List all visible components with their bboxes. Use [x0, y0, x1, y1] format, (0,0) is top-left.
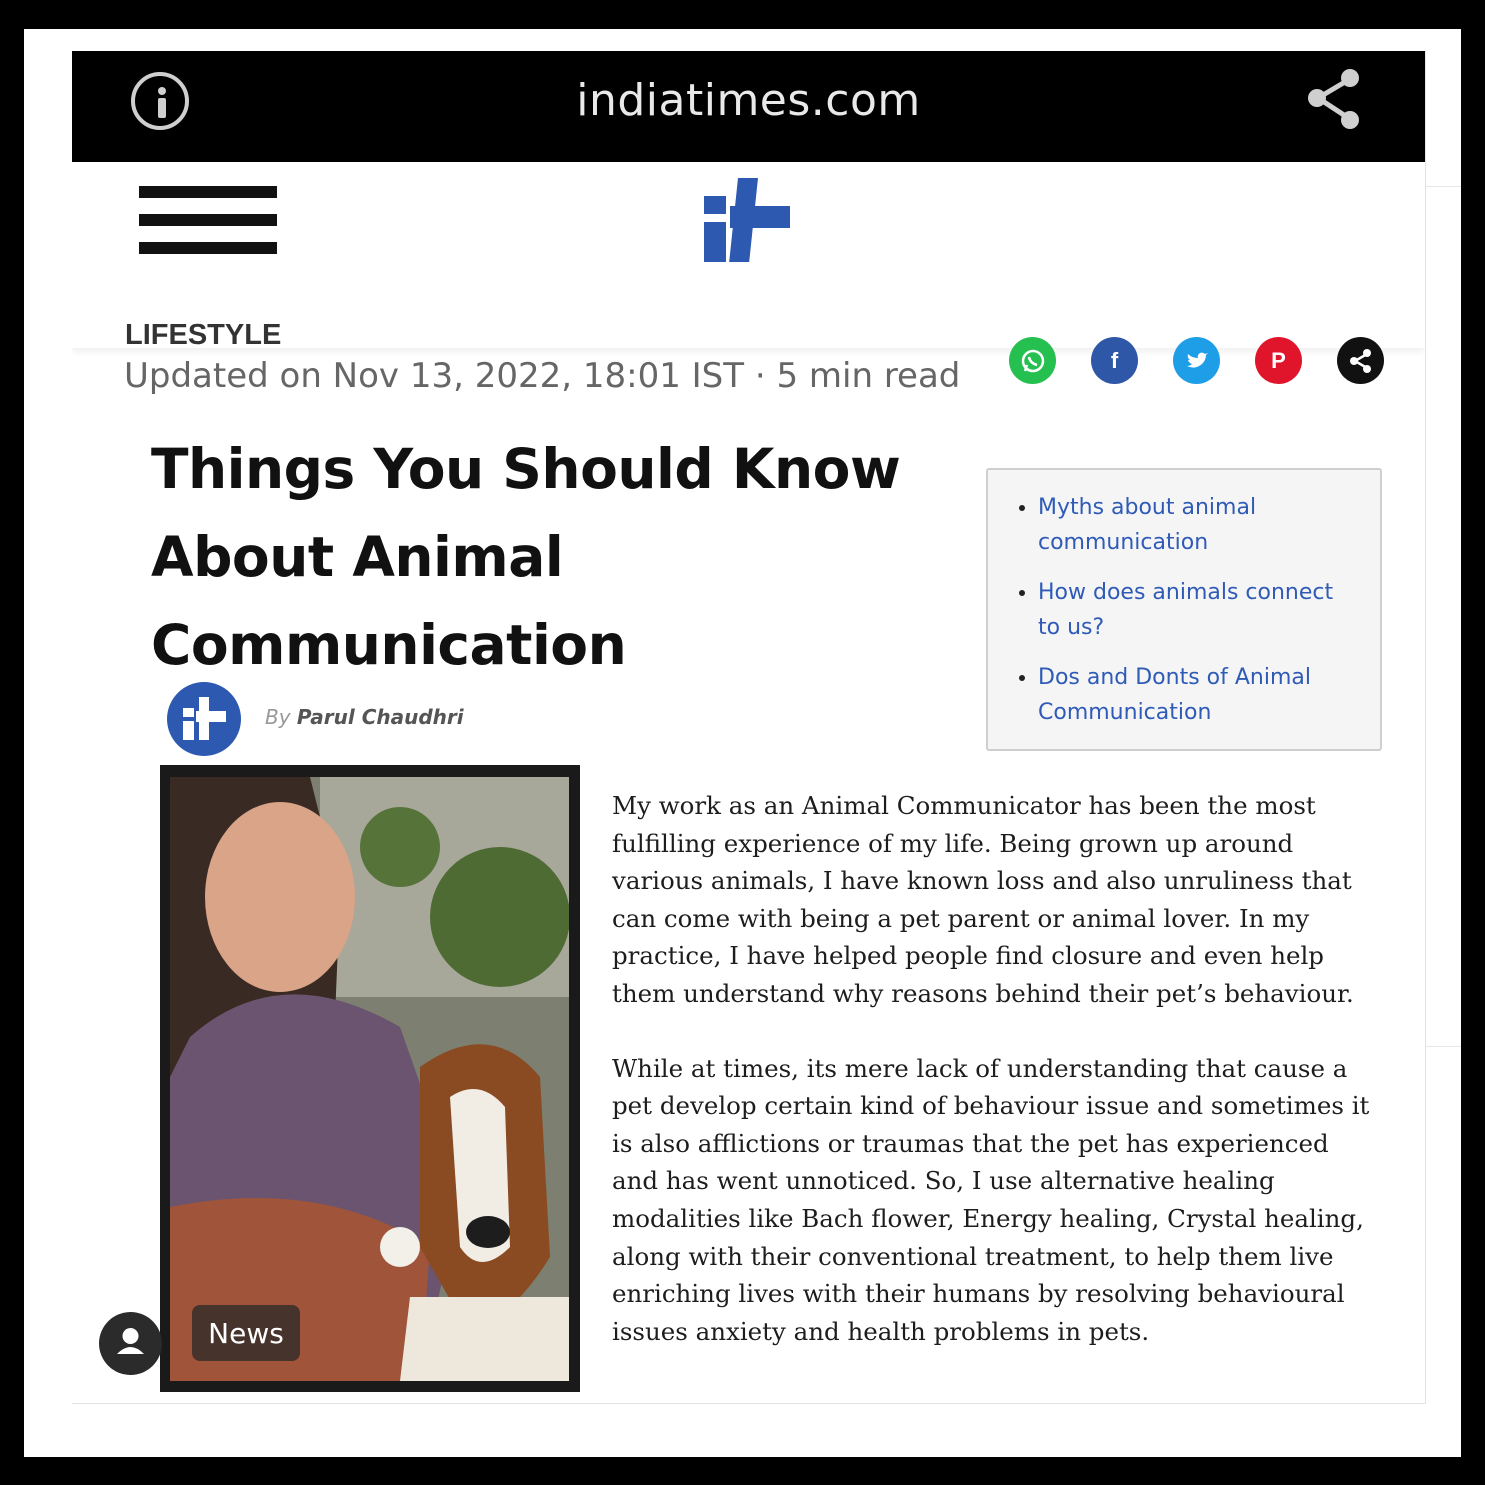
article-body: My work as an Animal Communicator has be…	[612, 787, 1372, 1387]
author-name[interactable]: Parul Chaudhri	[297, 705, 464, 729]
author-avatar[interactable]	[167, 682, 241, 756]
toc-link[interactable]: How does animals connect to us?	[1038, 575, 1360, 645]
profile-icon[interactable]	[99, 1312, 162, 1375]
updated-timestamp: Updated on Nov 13, 2022, 18:01 IST · 5 m…	[124, 356, 961, 396]
paragraph: While at times, its mere lack of underst…	[612, 1053, 1370, 1346]
facebook-icon[interactable]: f	[1091, 337, 1138, 384]
right-edge-strip	[1426, 51, 1461, 1403]
toc-link[interactable]: Myths about animal communication	[1038, 490, 1360, 560]
byline-prefix: By	[265, 705, 291, 729]
whatsapp-icon[interactable]	[1009, 337, 1056, 384]
twitter-icon[interactable]	[1173, 337, 1220, 384]
hamburger-icon[interactable]	[139, 186, 277, 256]
share-icon[interactable]	[1337, 337, 1384, 384]
pinterest-icon[interactable]: P	[1255, 337, 1302, 384]
paragraph: My work as an Animal Communicator has be…	[612, 791, 1354, 1008]
indiatimes-logo[interactable]	[700, 178, 794, 268]
article-title: Things You Should Know About Animal Comm…	[151, 437, 901, 677]
news-badge[interactable]: News	[192, 1305, 300, 1361]
byline: By Parul Chaudhri	[265, 705, 464, 729]
section-label[interactable]: LIFESTYLE	[125, 319, 281, 352]
browser-url-bar: indiatimes.com	[72, 51, 1425, 162]
url-text[interactable]: indiatimes.com	[72, 75, 1425, 126]
phone-screen: indiatimes.com LIFESTYLE Updated on Nov …	[72, 51, 1426, 1404]
share-icon[interactable]	[1304, 67, 1364, 131]
toc-link[interactable]: Dos and Donts of Animal Communication	[1038, 660, 1360, 730]
table-of-contents: Myths about animal communication How doe…	[986, 468, 1382, 751]
article-image[interactable]	[160, 765, 580, 1392]
